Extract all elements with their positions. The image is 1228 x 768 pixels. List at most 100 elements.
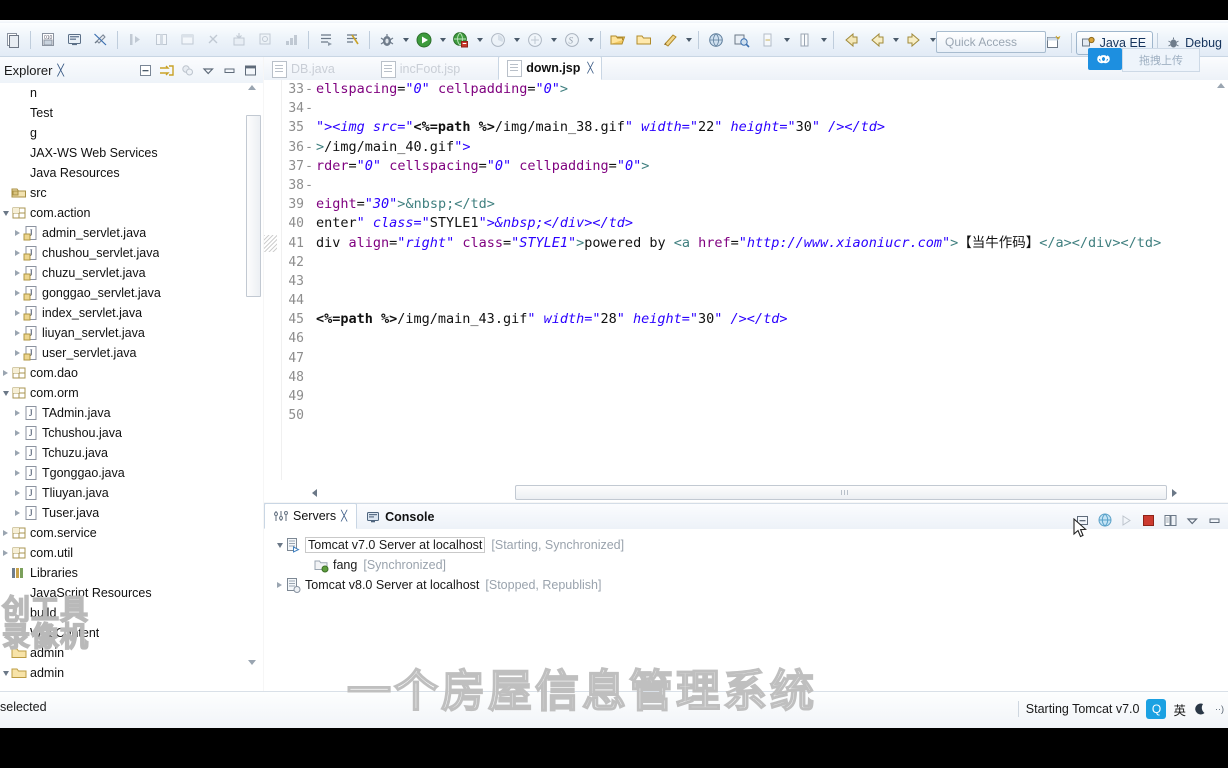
server-row[interactable]: Tomcat v8.0 Server at localhost [Stopped,… xyxy=(264,575,1228,595)
tree-expand-arrow-icon[interactable] xyxy=(0,543,11,563)
tree-expand-arrow-icon[interactable] xyxy=(12,323,23,343)
close-view-icon[interactable]: ╳ xyxy=(57,64,64,77)
run-last-tool-icon[interactable] xyxy=(314,28,338,52)
code-editor[interactable]: 33- ellspacing="0" cellpadding="0"> 34-35 "… xyxy=(264,80,1228,480)
tree-item[interactable]: J TAdmin.java xyxy=(0,403,263,423)
profile-dropdown-arrow-icon[interactable] xyxy=(511,28,522,52)
tree-collapse-arrow-icon[interactable] xyxy=(0,383,11,403)
link-with-editor-icon[interactable] xyxy=(157,61,175,79)
server-row[interactable]: fang [Synchronized] xyxy=(264,555,1228,575)
publish-icon[interactable] xyxy=(1161,511,1179,529)
tree-expand-arrow-icon[interactable] xyxy=(0,363,11,383)
ime-language-label[interactable]: 英 xyxy=(1173,700,1186,719)
profile-icon[interactable] xyxy=(486,28,510,52)
scrollbar-thumb[interactable] xyxy=(515,485,1167,500)
new-java-class-icon[interactable] xyxy=(658,28,682,52)
run-dropdown-arrow-icon[interactable] xyxy=(437,28,448,52)
tree-item[interactable]: J Tliuyan.java xyxy=(0,483,263,503)
fold-marker[interactable]: - xyxy=(304,138,314,157)
window-icon[interactable] xyxy=(175,28,199,52)
editor-tab-down-jsp[interactable]: down.jsp ╳ xyxy=(498,56,603,80)
close-icon[interactable]: ╳ xyxy=(587,63,593,74)
filter-icon[interactable] xyxy=(178,61,196,79)
scroll-right-arrow-icon[interactable] xyxy=(1172,488,1177,497)
tree-expand-arrow-icon[interactable] xyxy=(274,575,285,595)
fold-marker[interactable]: - xyxy=(304,99,314,118)
fold-marker[interactable] xyxy=(304,349,314,368)
tree-item[interactable]: J Tgonggao.java xyxy=(0,463,263,483)
forward-history-icon[interactable] xyxy=(902,28,926,52)
scroll-up-arrow-icon[interactable] xyxy=(1217,83,1225,88)
scroll-left-arrow-icon[interactable] xyxy=(312,488,317,497)
back-icon[interactable] xyxy=(839,28,863,52)
coverage-icon[interactable] xyxy=(523,28,547,52)
tab-console[interactable]: Console xyxy=(357,505,443,529)
validate-icon[interactable] xyxy=(340,28,364,52)
tree-item[interactable]: admin xyxy=(0,663,263,683)
view-menu-icon[interactable] xyxy=(1183,511,1201,529)
fold-marker[interactable] xyxy=(304,387,314,406)
tree-expand-arrow-icon[interactable] xyxy=(12,483,23,503)
subversion-dropdown-arrow-icon[interactable] xyxy=(585,28,596,52)
editor-tab-incfoot-jsp[interactable]: incFoot.jsp xyxy=(373,58,468,80)
debug-server-icon[interactable] xyxy=(1117,511,1135,529)
fold-marker[interactable] xyxy=(304,272,314,291)
tree-item[interactable]: com.orm xyxy=(0,383,263,403)
tree-expand-arrow-icon[interactable] xyxy=(12,343,23,363)
tree-item[interactable]: src xyxy=(0,183,263,203)
tree-expand-arrow-icon[interactable] xyxy=(12,443,23,463)
tree-expand-arrow-icon[interactable] xyxy=(12,263,23,283)
fold-marker[interactable]: - xyxy=(304,176,314,195)
link-broken-icon[interactable] xyxy=(201,28,225,52)
tree-item[interactable]: n xyxy=(0,83,263,103)
run-on-server-icon[interactable] xyxy=(449,28,473,52)
new-java-class-dropdown-arrow-icon[interactable] xyxy=(683,28,694,52)
tree-item[interactable]: com.action xyxy=(0,203,263,223)
tree-collapse-arrow-icon[interactable] xyxy=(0,663,11,683)
export-icon[interactable] xyxy=(253,28,277,52)
tree-item[interactable]: Test xyxy=(0,103,263,123)
collapse-all-icon[interactable] xyxy=(136,61,154,79)
tree-item[interactable]: J Tchushou.java xyxy=(0,423,263,443)
tree-item[interactable]: Jchuzu_servlet.java xyxy=(0,263,263,283)
explorer-scrollbar[interactable] xyxy=(246,85,261,665)
fold-marker[interactable] xyxy=(304,195,314,214)
previous-annotation-dropdown-arrow-icon[interactable] xyxy=(818,28,829,52)
columns-icon[interactable] xyxy=(149,28,173,52)
tree-item[interactable]: Libraries xyxy=(0,563,263,583)
tree-item[interactable]: Java Resources xyxy=(0,163,263,183)
fold-marker[interactable] xyxy=(304,291,314,310)
subversion-icon[interactable]: S xyxy=(560,28,584,52)
tree-collapse-arrow-icon[interactable] xyxy=(0,203,11,223)
tab-servers[interactable]: Servers ╳ xyxy=(264,503,358,529)
fold-marker[interactable] xyxy=(304,118,314,137)
fold-marker[interactable]: - xyxy=(304,157,314,176)
tree-expand-arrow-icon[interactable] xyxy=(0,523,11,543)
tree-collapse-arrow-icon[interactable] xyxy=(274,535,285,555)
tree-item[interactable]: g xyxy=(0,123,263,143)
tree-item[interactable]: com.service xyxy=(0,523,263,543)
debug-dropdown-arrow-icon[interactable] xyxy=(400,28,411,52)
tree-item[interactable]: J Tchuzu.java xyxy=(0,443,263,463)
fold-marker[interactable] xyxy=(304,310,314,329)
start-server-icon[interactable] xyxy=(1095,511,1113,529)
moon-icon[interactable] xyxy=(1193,702,1207,716)
stop-server-icon[interactable] xyxy=(1139,511,1157,529)
view-menu-icon[interactable] xyxy=(199,61,217,79)
backward-history-icon[interactable] xyxy=(865,28,889,52)
tree-item[interactable]: com.util xyxy=(0,543,263,563)
coverage-dropdown-arrow-icon[interactable] xyxy=(548,28,559,52)
tree-expand-arrow-icon[interactable] xyxy=(12,463,23,483)
maximize-panel-icon[interactable] xyxy=(1205,511,1223,529)
quick-access-input[interactable]: Quick Access xyxy=(936,31,1046,53)
new-wizard-icon[interactable] xyxy=(1,28,25,52)
tree-item[interactable]: Juser_servlet.java xyxy=(0,343,263,363)
open-type-icon[interactable] xyxy=(606,28,630,52)
tree-expand-arrow-icon[interactable] xyxy=(12,403,23,423)
tree-expand-arrow-icon[interactable] xyxy=(12,243,23,263)
infinity-upload-icon[interactable] xyxy=(1088,48,1122,70)
import-icon[interactable] xyxy=(227,28,251,52)
tree-item[interactable]: Jchushou_servlet.java xyxy=(0,243,263,263)
previous-annotation-icon[interactable] xyxy=(793,28,817,52)
minimize-view-icon[interactable] xyxy=(220,61,238,79)
